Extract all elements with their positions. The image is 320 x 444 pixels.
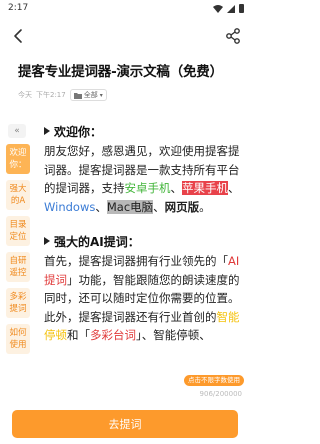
back-icon[interactable] [10,26,28,46]
outline-sidebar: « 欢迎你： 强大的A 目录定位 自研遥控 多彩提词 如何使用 [6,124,30,360]
start-prompter-button[interactable]: 去提词 [12,410,238,438]
text-span: 此外，提客提词器还有行业首创的 [44,309,217,324]
status-bar: 2:17 [0,0,250,18]
wifi-icon [213,4,223,13]
section-heading-text: 欢迎你： [54,124,103,139]
section-heading-ai: 强大的AI提词： [44,230,244,252]
document-title: 提客专业提词器-演示文稿（免费） [18,64,223,80]
web-text: 网页版 [164,199,200,214]
outline-item-howto[interactable]: 如何使用 [6,324,30,354]
mac-text: Mac电脑 [106,199,154,214]
battery-icon [239,4,244,13]
nav-bar [0,22,250,50]
document-meta: 今天 下午2:17 全部 ▾ [18,88,107,102]
collapse-sidebar-button[interactable]: « [8,124,26,138]
folder-icon [73,92,82,99]
document-time: 下午2:17 [36,91,66,99]
outline-item-colorful[interactable]: 多彩提词 [6,288,30,318]
outline-item-ai[interactable]: 强大的A [6,180,30,210]
chevron-down-icon: ▾ [99,91,103,99]
status-icons [213,4,244,13]
text-span: 、 [170,181,183,195]
text-span: 、 [228,181,240,195]
collapse-triangle-icon[interactable] [44,237,50,245]
outline-item-remote[interactable]: 自研遥控 [6,252,30,282]
text-span: 。 [199,199,211,214]
windows-text: Windows [44,199,96,214]
share-icon[interactable] [224,26,242,46]
text-span: 和「 [67,328,90,342]
text-span: 、 [95,199,107,214]
text-span: 」、智能停顿、 [136,328,211,342]
text-span: 、 [153,199,165,214]
section-heading-welcome: 欢迎你： [44,120,244,142]
unlimited-badge[interactable]: 点击不限字数使用 [184,375,244,386]
document-date: 今天 [18,91,32,99]
section-heading-text: 强大的AI提词： [54,234,140,249]
folder-selector[interactable]: 全部 ▾ [69,89,107,101]
status-time: 2:17 [8,3,29,13]
document-content[interactable]: 欢迎你： 朋友您好，感恩遇见，欢迎使用提客提词器。提客提词器是一款支持所有平台的… [44,120,250,382]
outline-item-welcome[interactable]: 欢迎你： [6,144,30,174]
text-span: 」功能，智能跟随您的朗读速度的同时，还可以随时定位你需要的位置。 [44,272,240,306]
word-count: 906/200000 [199,390,242,398]
text-span: 首先，提客提词器拥有行业领先的「 [44,254,228,268]
folder-label: 全部 [83,91,98,99]
welcome-paragraph: 朋友您好，感恩遇见，欢迎使用提客提词器。提客提词器是一款支持所有平台的提词器，支… [44,142,244,216]
android-text: 安卓手机 [124,181,171,195]
outline-item-directory[interactable]: 目录定位 [6,216,30,246]
apple-text: 苹果手机 [182,181,228,195]
collapse-triangle-icon[interactable] [44,127,50,135]
signal-icon [227,4,235,13]
ai-paragraph: 首先，提客提词器拥有行业领先的「AI提词」功能，智能跟随您的朗读速度的同时，还可… [44,252,244,345]
colorful-text: 多彩台词 [90,328,136,342]
